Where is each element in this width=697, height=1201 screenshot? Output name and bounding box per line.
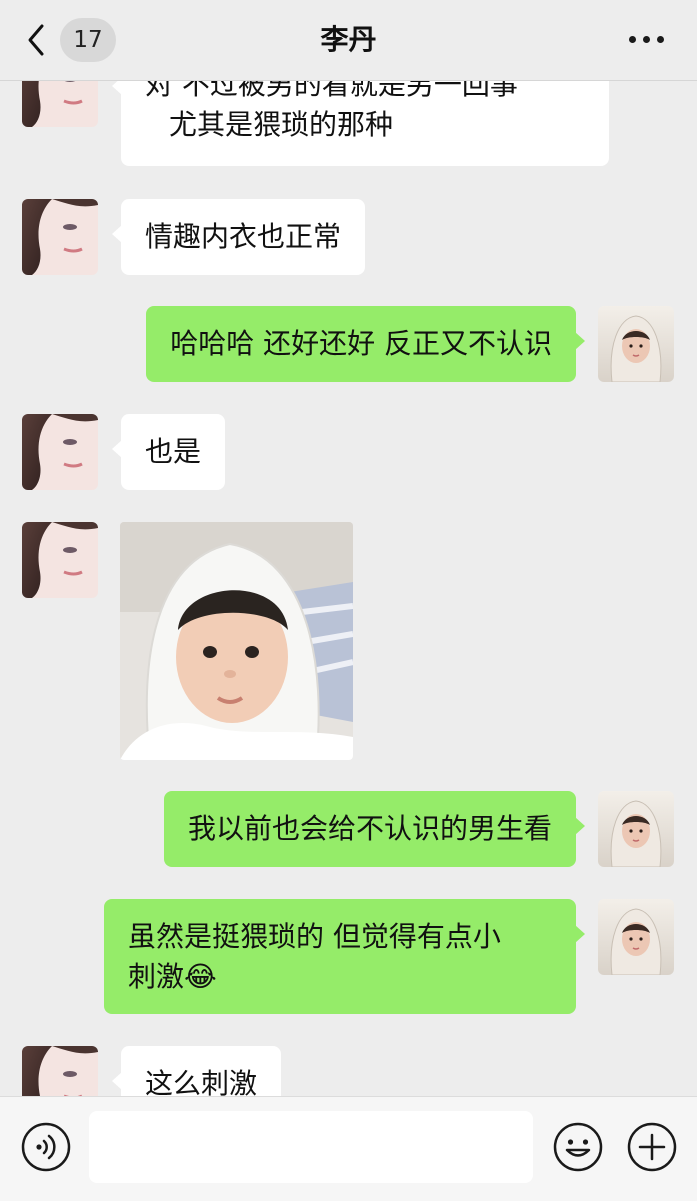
- message-text: 虽然是挺猥琐的 但觉得有点小: [128, 920, 501, 953]
- tears-of-joy-emoji: 😂: [184, 960, 217, 993]
- outgoing-message-bubble[interactable]: 虽然是挺猥琐的 但觉得有点小 刺激😂: [104, 899, 585, 1014]
- message-input[interactable]: [89, 1111, 533, 1183]
- illustrated-woman-avatar: [22, 414, 98, 490]
- chat-title: 李丹: [320, 23, 377, 56]
- girl-in-hood-avatar: [598, 306, 674, 382]
- emoji-icon: [553, 1122, 603, 1172]
- contact-avatar[interactable]: [22, 522, 98, 598]
- baby-in-hood-sticker: [120, 522, 353, 760]
- more-dots-icon: [629, 36, 636, 43]
- more-actions-button[interactable]: [626, 1121, 678, 1173]
- contact-avatar[interactable]: [22, 199, 98, 275]
- emoji-button[interactable]: [552, 1121, 604, 1173]
- message-text: 对 不过被男的看就是另一回事: [145, 81, 518, 101]
- incoming-message-bubble[interactable]: 也是: [111, 414, 226, 490]
- message-list[interactable]: 对 不过被男的看就是另一回事 尤其是猥琐的那种 情趣内衣也正常 哈哈哈 还好还好…: [0, 81, 697, 1096]
- my-avatar[interactable]: [598, 306, 674, 382]
- illustrated-woman-avatar: [22, 1046, 98, 1096]
- chat-header: 17 李丹: [0, 0, 697, 81]
- girl-in-hood-avatar: [598, 791, 674, 867]
- plus-icon: [627, 1122, 677, 1172]
- voice-icon: [21, 1122, 71, 1172]
- message-text: 哈哈哈 还好还好 反正又不认识: [170, 327, 552, 360]
- more-options-button[interactable]: [629, 30, 665, 50]
- contact-avatar[interactable]: [22, 81, 98, 127]
- incoming-message-bubble[interactable]: 对 不过被男的看就是另一回事 尤其是猥琐的那种: [112, 81, 609, 166]
- more-dots-icon: [657, 36, 664, 43]
- incoming-message-bubble[interactable]: 情趣内衣也正常: [111, 199, 366, 275]
- input-bar: [0, 1096, 697, 1201]
- girl-in-hood-avatar: [598, 899, 674, 975]
- sticker-image[interactable]: [120, 522, 353, 760]
- my-avatar[interactable]: [598, 791, 674, 867]
- message-text: 情趣内衣也正常: [145, 220, 342, 253]
- contact-avatar[interactable]: [22, 1046, 98, 1096]
- outgoing-message-bubble[interactable]: 我以前也会给不认识的男生看: [163, 791, 586, 867]
- contact-avatar[interactable]: [22, 414, 98, 490]
- incoming-message-bubble[interactable]: 这么刺激: [111, 1046, 282, 1096]
- my-avatar[interactable]: [598, 899, 674, 975]
- message-text: 也是: [145, 435, 202, 468]
- illustrated-woman-avatar: [22, 81, 98, 127]
- outgoing-message-bubble[interactable]: 哈哈哈 还好还好 反正又不认识: [146, 306, 585, 382]
- message-text: 刺激: [128, 960, 185, 993]
- message-text: 我以前也会给不认识的男生看: [187, 812, 552, 845]
- illustrated-woman-avatar: [22, 522, 98, 598]
- more-dots-icon: [643, 36, 650, 43]
- illustrated-woman-avatar: [22, 199, 98, 275]
- voice-button[interactable]: [20, 1121, 72, 1173]
- message-text: 尤其是猥琐的那种: [169, 108, 394, 141]
- message-text: 这么刺激: [145, 1067, 258, 1096]
